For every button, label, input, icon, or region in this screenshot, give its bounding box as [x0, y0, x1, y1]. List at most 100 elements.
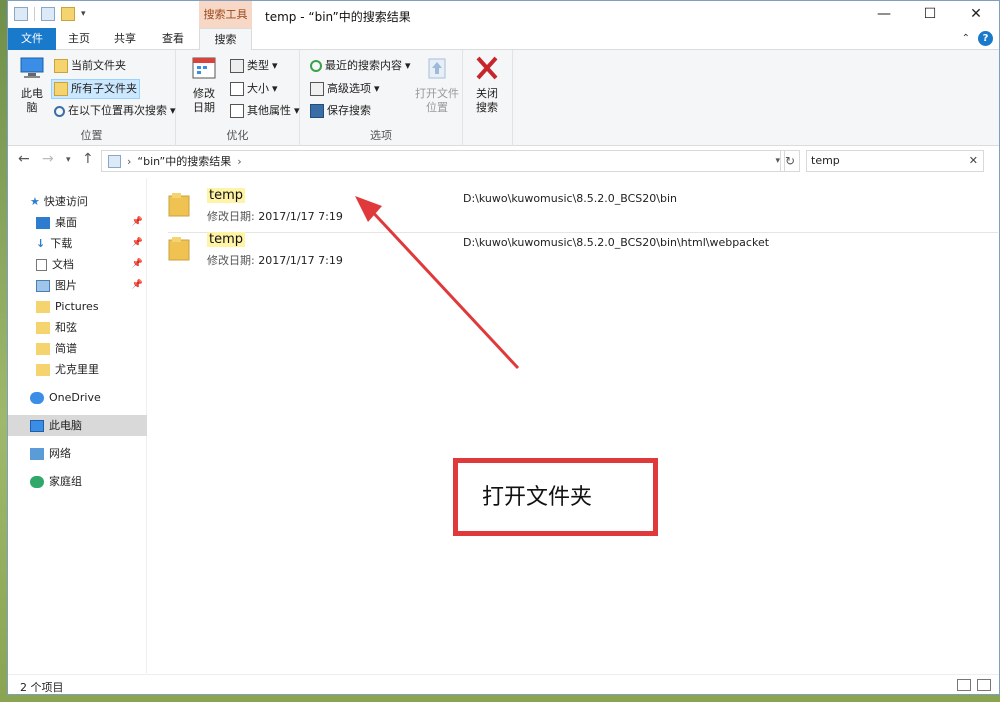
tab-share[interactable]: 共享: [102, 28, 148, 50]
nav-item-youkelili[interactable]: 尤克里里: [8, 359, 147, 380]
subfolders-icon: [54, 82, 68, 96]
refresh-button[interactable]: ↻: [780, 150, 800, 172]
desktop-icon: [36, 216, 50, 229]
save-icon: [310, 104, 324, 118]
recent-locations-chevron-icon[interactable]: ▾: [66, 155, 71, 165]
nav-label: 文档: [52, 258, 74, 271]
ribbon-collapse-icon[interactable]: ⌃: [962, 33, 970, 44]
result-path: D:\kuwo\kuwomusic\8.5.2.0_BCS20\bin\html…: [463, 236, 770, 249]
pin-icon[interactable]: 📌: [132, 254, 143, 275]
nav-item-onedrive[interactable]: OneDrive: [8, 387, 147, 408]
up-arrow-icon[interactable]: ↑: [82, 151, 94, 167]
modified-date-button[interactable]: 修改日期: [186, 56, 222, 115]
save-search-button[interactable]: 保存搜索: [308, 101, 373, 121]
star-icon: ★: [30, 195, 40, 208]
nav-item-homegroup[interactable]: 家庭组: [8, 471, 147, 492]
all-subfolders-label: 所有子文件夹: [71, 82, 137, 95]
window-title: temp - “bin”中的搜索结果: [265, 10, 411, 24]
nav-label: 快速访问: [43, 195, 88, 208]
close-search-label: 关闭搜索: [476, 87, 498, 114]
current-folder-button[interactable]: 当前文件夹: [52, 56, 128, 76]
watermark-logo: Bai du 经验: [765, 601, 931, 634]
group-label-location: 位置: [80, 129, 103, 142]
group-label-refine: 优化: [226, 129, 249, 142]
nav-item-downloads[interactable]: ↓ 下载 📌: [8, 233, 147, 254]
watermark-url: jingyan.baidu.com: [780, 662, 873, 673]
clear-search-icon[interactable]: ✕: [969, 151, 978, 171]
list-item[interactable]: temp 修改日期: 2017/1/17 7:19 D:\kuwo\kuwomu…: [158, 184, 998, 233]
breadcrumb[interactable]: “bin”中的搜索结果: [137, 153, 231, 169]
search-input[interactable]: temp ✕: [806, 150, 984, 172]
nav-item-documents[interactable]: 文档 📌: [8, 254, 147, 275]
result-name: temp: [207, 232, 246, 247]
explorer-window: ▾ 搜索工具 temp - “bin”中的搜索结果 — ☐ ✕ 文件 主页 共享…: [7, 0, 1000, 695]
folder-icon: [168, 193, 190, 217]
size-button[interactable]: 大小 ▾: [228, 79, 280, 99]
recent-searches-label: 最近的搜索内容: [325, 59, 402, 72]
size-label: 大小: [247, 82, 269, 95]
close-search-button[interactable]: 关闭搜索: [469, 56, 505, 115]
item-count: 2 个项目: [20, 681, 64, 694]
annotation-text: 打开文件夹: [482, 485, 593, 510]
pin-icon[interactable]: 📌: [132, 275, 143, 296]
minimize-button[interactable]: —: [861, 1, 907, 28]
nav-item-this-pc[interactable]: 此电脑: [8, 415, 147, 436]
current-folder-label: 当前文件夹: [71, 59, 126, 72]
tab-search[interactable]: 搜索: [199, 28, 252, 51]
tab-file[interactable]: 文件: [8, 28, 56, 50]
list-item[interactable]: temp 修改日期: 2017/1/17 7:19 D:\kuwo\kuwomu…: [158, 228, 988, 270]
advanced-options-button[interactable]: 高级选项 ▾: [308, 79, 382, 99]
network-icon: [30, 447, 44, 460]
breadcrumb-chevron-icon[interactable]: ›: [237, 155, 241, 168]
result-path: D:\kuwo\kuwomusic\8.5.2.0_BCS20\bin: [463, 192, 677, 205]
nav-item-pictures[interactable]: Pictures: [8, 296, 147, 317]
nav-item-hexian[interactable]: 和弦: [8, 317, 147, 338]
maximize-button[interactable]: ☐: [907, 1, 953, 28]
this-pc-button[interactable]: 此电脑: [14, 56, 50, 115]
nav-item-quick-access[interactable]: ★ 快速访问: [8, 191, 147, 212]
this-pc-label: 此电脑: [21, 87, 43, 114]
calendar-icon: [192, 57, 216, 79]
address-row: ← → ▾ ↑ › “bin”中的搜索结果 › ▾ ↻ temp ✕: [8, 147, 999, 175]
close-window-button[interactable]: ✕: [953, 1, 999, 28]
nav-item-jianpu[interactable]: 简谱: [8, 338, 147, 359]
folder-icon: [36, 300, 50, 313]
nav-label: 图片: [55, 279, 77, 292]
qat-customize-icon[interactable]: ▾: [81, 9, 86, 19]
large-icons-view-icon[interactable]: [977, 679, 991, 691]
tab-view[interactable]: 查看: [148, 28, 198, 50]
pin-icon[interactable]: 📌: [132, 212, 143, 233]
advanced-options-label: 高级选项: [327, 82, 371, 95]
recent-searches-button[interactable]: 最近的搜索内容 ▾: [308, 56, 413, 76]
address-bar[interactable]: › “bin”中的搜索结果 › ▾: [101, 150, 785, 172]
forward-arrow-icon[interactable]: →: [42, 151, 54, 167]
help-icon[interactable]: ?: [978, 31, 993, 46]
properties-icon[interactable]: [41, 7, 55, 21]
nav-item-desktop[interactable]: 桌面 📌: [8, 212, 147, 233]
open-file-location-button[interactable]: 打开文件位置: [414, 56, 460, 115]
nav-label: 下载: [50, 237, 73, 250]
chevron-down-icon: ▾: [405, 59, 411, 72]
picture-icon: [36, 279, 50, 292]
details-view-icon[interactable]: [957, 679, 971, 691]
nav-label: 和弦: [55, 321, 77, 334]
kind-label: 类型: [247, 59, 269, 72]
all-subfolders-button[interactable]: 所有子文件夹: [51, 79, 140, 99]
search-again-button[interactable]: 在以下位置再次搜索 ▾: [52, 101, 178, 121]
close-icon: [476, 56, 498, 80]
tab-home[interactable]: 主页: [56, 28, 102, 50]
search-icon: [54, 105, 65, 117]
navigation-pane: ★ 快速访问 桌面 📌 ↓ 下载 📌 文档 📌 图片 📌 Pictures 和弦…: [8, 178, 147, 673]
cloud-icon: [30, 391, 44, 404]
nav-label: 网络: [49, 447, 71, 460]
kind-button[interactable]: 类型 ▾: [228, 56, 280, 76]
nav-item-pictures-cn[interactable]: 图片 📌: [8, 275, 147, 296]
download-arrow-icon: ↓: [36, 237, 46, 250]
nav-item-network[interactable]: 网络: [8, 443, 147, 464]
back-arrow-icon[interactable]: ←: [18, 151, 30, 167]
chevron-down-icon: ▾: [272, 59, 278, 72]
other-properties-button[interactable]: 其他属性 ▾: [228, 101, 302, 121]
new-folder-icon[interactable]: [61, 7, 75, 21]
size-icon: [230, 82, 244, 96]
pin-icon[interactable]: 📌: [132, 233, 143, 254]
